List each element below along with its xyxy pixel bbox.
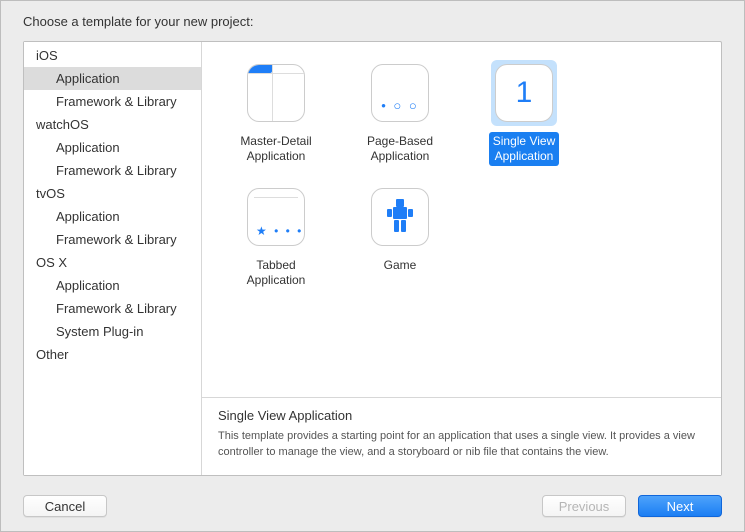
- sidebar-category-ios[interactable]: iOS: [24, 44, 201, 67]
- header-title: Choose a template for your new project:: [1, 1, 744, 37]
- content-box: iOS Application Framework & Library watc…: [23, 41, 722, 476]
- sidebar-item-ios-application[interactable]: Application: [24, 67, 201, 90]
- template-label: Game: [380, 256, 421, 275]
- sidebar-item-watchos-application[interactable]: Application: [24, 136, 201, 159]
- template-master-detail[interactable]: Master-Detail Application: [214, 60, 338, 166]
- sidebar-category-tvos[interactable]: tvOS: [24, 182, 201, 205]
- next-button[interactable]: Next: [638, 495, 722, 517]
- main-panel: Master-Detail Application • ○ ○ Page-Bas…: [202, 42, 721, 475]
- template-page-based[interactable]: • ○ ○ Page-Based Application: [338, 60, 462, 166]
- template-single-view[interactable]: 1 Single View Application: [462, 60, 586, 166]
- sidebar-item-ios-framework[interactable]: Framework & Library: [24, 90, 201, 113]
- template-grid: Master-Detail Application • ○ ○ Page-Bas…: [202, 42, 721, 397]
- button-bar: Cancel Previous Next: [1, 486, 744, 531]
- template-game[interactable]: Game: [338, 184, 462, 290]
- single-view-icon: 1: [495, 64, 553, 122]
- sidebar-item-tvos-framework[interactable]: Framework & Library: [24, 228, 201, 251]
- tabbed-icon: ★ • • •: [247, 188, 305, 246]
- sidebar: iOS Application Framework & Library watc…: [24, 42, 202, 475]
- sidebar-item-osx-application[interactable]: Application: [24, 274, 201, 297]
- description-panel: Single View Application This template pr…: [202, 397, 721, 475]
- sidebar-item-tvos-application[interactable]: Application: [24, 205, 201, 228]
- page-based-icon: • ○ ○: [371, 64, 429, 122]
- game-icon: [371, 188, 429, 246]
- sidebar-category-osx[interactable]: OS X: [24, 251, 201, 274]
- sidebar-item-osx-system-plugin[interactable]: System Plug-in: [24, 320, 201, 343]
- previous-button: Previous: [542, 495, 626, 517]
- cancel-button[interactable]: Cancel: [23, 495, 107, 517]
- template-tabbed[interactable]: ★ • • • Tabbed Application: [214, 184, 338, 290]
- master-detail-icon: [247, 64, 305, 122]
- description-text: This template provides a starting point …: [218, 429, 705, 461]
- sidebar-item-osx-framework[interactable]: Framework & Library: [24, 297, 201, 320]
- template-label: Tabbed Application: [243, 256, 310, 290]
- sidebar-category-other[interactable]: Other: [24, 343, 201, 366]
- template-label: Page-Based Application: [363, 132, 437, 166]
- template-label: Master-Detail Application: [236, 132, 315, 166]
- sidebar-item-watchos-framework[interactable]: Framework & Library: [24, 159, 201, 182]
- template-chooser-window: Choose a template for your new project: …: [0, 0, 745, 532]
- template-label: Single View Application: [489, 132, 559, 166]
- sidebar-category-watchos[interactable]: watchOS: [24, 113, 201, 136]
- description-title: Single View Application: [218, 408, 705, 423]
